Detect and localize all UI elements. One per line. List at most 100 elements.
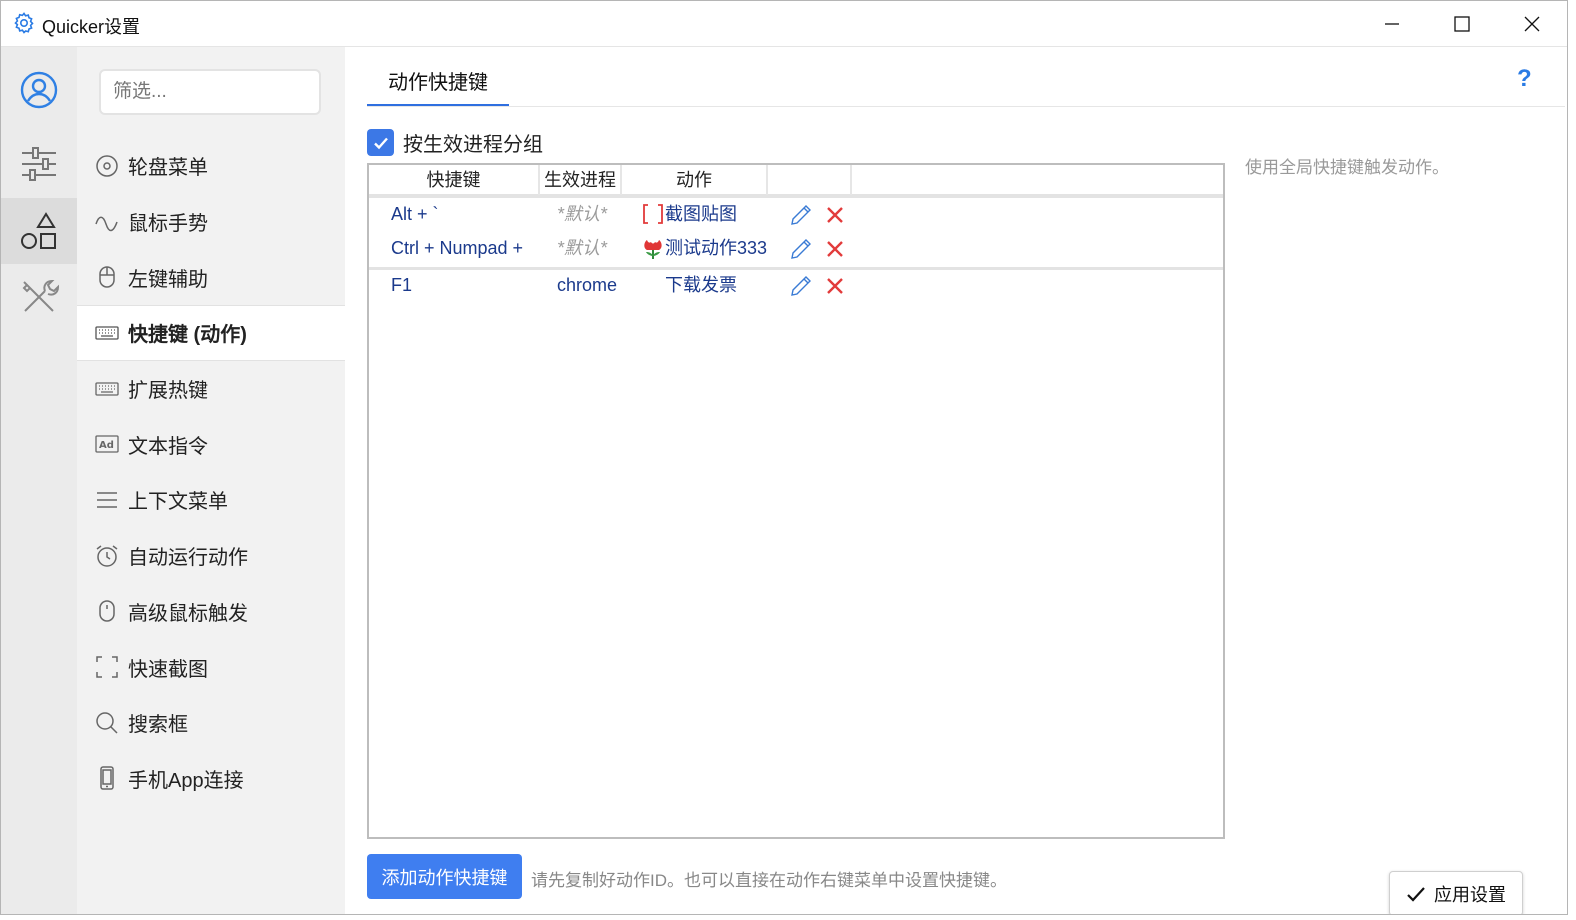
nav-item-quick-screenshot[interactable]: 快速截图 [77,639,345,695]
delete-x-icon[interactable] [824,275,846,297]
nav-item-search-box[interactable]: 搜索框 [77,695,345,751]
nav-item-mouse-gesture[interactable]: 鼠标手势 [77,194,345,250]
nav-item-phone-app[interactable]: 手机App连接 [77,751,345,807]
checkbox-checked[interactable] [367,129,394,156]
rail-tools[interactable] [1,264,77,330]
category-rail [1,47,77,914]
nav-item-label: 上下文菜单 [128,491,228,514]
hotkey-cell: Alt + ` [391,204,439,224]
nav-item-label: 文本指令 [128,435,208,458]
wheel-icon [95,154,119,178]
nav-item-extended-hotkeys[interactable]: 扩展热键 [77,361,345,417]
tab-action-hotkeys[interactable]: 动作快捷键 [367,67,509,107]
close-button[interactable] [1497,1,1567,46]
nav-item-label: 左键辅助 [128,268,208,291]
nav-item-label: 轮盘菜单 [128,157,208,180]
rail-triggers[interactable] [1,198,77,264]
close-icon [1524,16,1540,31]
mouse-icon [95,265,119,289]
table-row[interactable]: Ctrl + Numpad + *默认* 测试动作333 [369,231,1223,265]
nav-item-left-click-assist[interactable]: 左键辅助 [77,249,345,305]
process-cell: chrome [557,275,618,295]
settings-window: Quicker设置 筛选... 轮盘菜单 鼠标手势 左键辅助 快捷键 (动作) … [0,0,1568,915]
minimize-icon [1385,22,1399,25]
tools-icon [22,279,59,312]
navigation-panel: 轮盘菜单 鼠标手势 左键辅助 快捷键 (动作) [77,47,345,914]
nav-item-auto-run[interactable]: 自动运行动作 [77,528,345,584]
table-row[interactable]: F1 chrome 下载发票 [369,268,1223,302]
nav-item-label: 自动运行动作 [128,547,248,570]
checkmark-icon [373,137,388,149]
edit-pencil-icon[interactable] [789,237,813,261]
action-name: 下载发票 [665,275,737,295]
nav-item-hotkeys-actions[interactable]: 快捷键 (动作) [77,305,345,361]
action-cell[interactable]: 下载发票 [641,268,737,302]
nav-item-wheel-menu[interactable]: 轮盘菜单 [77,138,345,194]
hotkey-table: 快捷键 生效进程 动作 Alt + ` *默认* 截图贴图 Ctrl + Num… [367,163,1225,839]
column-header-process[interactable]: 生效进程 [540,165,622,195]
checkbox-label: 按生效进程分组 [403,134,543,156]
action-name: 截图贴图 [665,204,737,224]
nav-item-label: 鼠标手势 [128,213,208,236]
main-content: 动作快捷键 ? 按生效进程分组 使用全局快捷键触发动作。 快捷键 生效进程 动作… [345,47,1567,914]
action-cell[interactable]: 截图贴图 [641,197,737,231]
ad-icon: Ad [95,432,119,456]
mouse-icon [95,599,119,623]
rail-general-settings[interactable] [1,131,77,197]
column-header-hotkey[interactable]: 快捷键 [369,165,540,195]
tab-divider [367,106,1565,107]
nav-item-label: 扩展热键 [128,380,208,403]
maximize-icon [1454,15,1470,32]
user-icon [20,71,58,109]
alarm-icon [95,544,119,568]
table-header: 快捷键 生效进程 动作 [369,165,1223,198]
tulip-icon [641,236,665,260]
menu-lines-icon [95,488,119,512]
add-action-hotkey-button[interactable]: 添加动作快捷键 [367,854,522,899]
action-name: 测试动作333 [665,238,768,258]
screenshot-icon [95,655,119,679]
edit-pencil-icon[interactable] [789,203,813,227]
delete-x-icon[interactable] [824,238,846,260]
search-icon [95,711,119,735]
column-header-operations [768,165,852,195]
nav-item-advanced-mouse-trigger[interactable]: 高级鼠标触发 [77,584,345,640]
delete-x-icon[interactable] [824,204,846,226]
table-row[interactable]: Alt + ` *默认* 截图贴图 [369,197,1223,231]
filter-input[interactable] [99,69,321,115]
keyboard-icon [95,321,119,345]
nav-item-context-menu[interactable]: 上下文菜单 [77,472,345,528]
process-cell: *默认* [557,204,608,224]
shapes-icon [21,212,56,249]
sliders-icon [22,147,56,181]
minimize-button[interactable] [1357,1,1427,46]
hotkey-cell: Ctrl + Numpad + [391,238,524,258]
apply-settings-button[interactable]: 应用设置 [1389,871,1523,914]
edit-pencil-icon[interactable] [789,274,813,298]
description-text: 使用全局快捷键触发动作。 [1245,158,1449,177]
nav-item-label: 手机App连接 [128,769,244,792]
nav-item-label: 快速截图 [128,658,208,681]
add-hint-text: 请先复制好动作ID。也可以直接在动作右键菜单中设置快捷键。 [531,871,1007,890]
nav-item-label: 快捷键 (动作) [128,324,247,347]
group-by-process-checkbox[interactable]: 按生效进程分组 [367,128,543,157]
action-cell[interactable]: 测试动作333 [641,231,767,265]
maximize-button[interactable] [1427,1,1497,46]
nav-item-label: 搜索框 [128,714,188,737]
keyboard-icon [95,377,119,401]
nav-item-text-commands[interactable]: Ad 文本指令 [77,416,345,472]
checkmark-icon [1407,886,1425,902]
title-bar: Quicker设置 [1,1,1567,47]
window-title: Quicker设置 [42,17,141,37]
rail-account[interactable] [1,57,77,123]
column-header-action[interactable]: 动作 [622,165,768,195]
gear-icon [14,12,34,34]
svg-text:Ad: Ad [99,440,114,451]
nav-item-label: 高级鼠标触发 [128,602,248,625]
process-cell: *默认* [557,238,608,258]
nav-list: 轮盘菜单 鼠标手势 左键辅助 快捷键 (动作) 扩展热键 Ad 文本指令 上下文… [77,138,345,806]
help-button[interactable]: ? [1517,65,1532,93]
apply-button-label: 应用设置 [1434,884,1506,905]
phone-icon [95,766,119,791]
gesture-icon [95,210,119,234]
